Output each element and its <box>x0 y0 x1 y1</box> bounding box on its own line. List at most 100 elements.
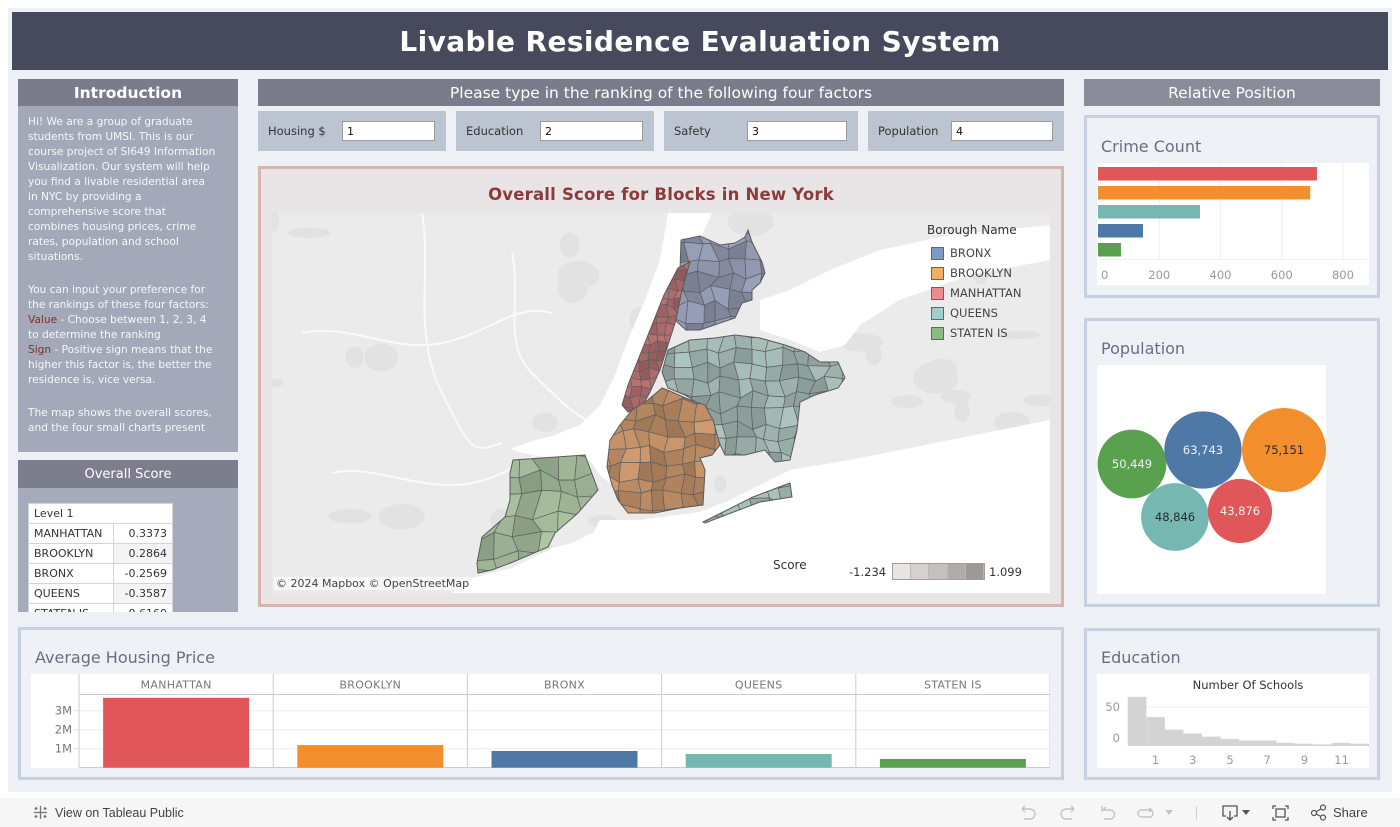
refresh-dropdown-icon[interactable] <box>1164 808 1174 816</box>
population-chart[interactable]: 50,449 63,743 75,151 48,846 43,876 <box>1097 365 1326 594</box>
map-block[interactable] <box>621 295 634 309</box>
legend-item[interactable]: MANHATTAN <box>931 286 1021 300</box>
revert-icon[interactable] <box>1098 804 1118 822</box>
histogram-bar[interactable] <box>1164 729 1184 746</box>
map-block[interactable] <box>662 489 684 511</box>
map-block[interactable] <box>638 268 651 280</box>
map-block[interactable] <box>807 349 832 367</box>
crime-bar[interactable] <box>1098 243 1121 257</box>
map-block[interactable] <box>706 458 727 470</box>
map-block[interactable] <box>853 436 869 457</box>
histogram-bar[interactable] <box>1183 733 1203 746</box>
map-block[interactable] <box>836 352 860 369</box>
map-block[interactable] <box>476 457 498 477</box>
map-block[interactable] <box>774 259 790 278</box>
map-block[interactable] <box>628 287 643 301</box>
map-block[interactable] <box>657 340 667 353</box>
map-block[interactable] <box>453 490 476 514</box>
map-block[interactable] <box>631 251 642 265</box>
legend-item[interactable]: QUEENS <box>931 306 998 320</box>
map-block[interactable] <box>745 304 762 323</box>
map-block[interactable] <box>622 281 633 290</box>
map-block[interactable] <box>614 322 623 337</box>
score-row[interactable]: BROOKLYN 0.2864 <box>28 543 173 564</box>
map-block[interactable] <box>728 466 744 480</box>
map-block[interactable] <box>824 390 845 411</box>
map-block[interactable] <box>589 370 609 394</box>
score-row[interactable]: BRONX -0.2569 <box>28 563 173 584</box>
map-block[interactable] <box>859 428 875 441</box>
map-block[interactable] <box>724 321 738 332</box>
map-block[interactable] <box>612 261 625 273</box>
histogram-bar[interactable] <box>1220 738 1240 746</box>
map-block[interactable] <box>685 322 705 338</box>
map-block[interactable] <box>723 453 737 475</box>
refresh-icon[interactable] <box>1135 804 1157 822</box>
map-block[interactable] <box>828 422 845 444</box>
map-block[interactable] <box>733 453 756 475</box>
housing-bar[interactable] <box>297 745 444 768</box>
housing-bar[interactable] <box>685 754 832 768</box>
map-block[interactable] <box>673 367 695 380</box>
crime-count-chart[interactable]: 0 200 400 600 800 <box>1097 163 1369 285</box>
map-block[interactable] <box>856 396 869 414</box>
nyc-map[interactable]: Borough Name BRONX BROOKLYN MANHATTAN QUEEN… <box>272 213 1050 593</box>
map-block[interactable] <box>639 489 653 512</box>
map-block[interactable] <box>855 380 872 399</box>
housing-bar[interactable] <box>879 758 1026 768</box>
download-icon[interactable] <box>1220 804 1240 822</box>
map-block[interactable] <box>651 489 665 512</box>
map-block[interactable] <box>843 423 860 444</box>
map-block[interactable] <box>777 271 792 288</box>
score-row[interactable]: STATEN IS-0.6160 <box>28 603 173 612</box>
legend-item[interactable]: BROOKLYN <box>931 266 1012 280</box>
histogram-bar[interactable] <box>1332 742 1351 746</box>
map-block[interactable] <box>748 451 770 474</box>
map-block[interactable] <box>490 452 521 479</box>
map-block[interactable] <box>622 252 633 265</box>
map-block[interactable] <box>629 295 643 310</box>
map-block[interactable] <box>631 268 643 283</box>
map-block[interactable] <box>648 251 658 264</box>
map-block[interactable] <box>841 378 858 397</box>
map-block[interactable] <box>456 452 482 477</box>
map-block[interactable] <box>622 268 633 283</box>
map-block[interactable] <box>843 406 860 429</box>
legend-item[interactable]: STATEN IS <box>931 326 1008 340</box>
education-chart[interactable]: Number Of Schools 0 50 1 3 5 7 9 11 <box>1097 674 1369 768</box>
map-block[interactable] <box>808 435 830 460</box>
map-block[interactable] <box>685 300 705 324</box>
histogram-bar[interactable] <box>1146 717 1165 746</box>
map-block[interactable] <box>758 272 778 294</box>
map-block[interactable] <box>612 295 623 310</box>
map-block[interactable] <box>732 470 757 489</box>
map-block[interactable] <box>639 445 652 463</box>
map-block[interactable] <box>453 559 476 572</box>
map-block[interactable] <box>611 252 625 263</box>
share-button[interactable]: Share <box>1310 804 1368 821</box>
histogram-bar[interactable] <box>1313 744 1333 746</box>
map-block[interactable] <box>824 435 846 457</box>
map-block[interactable] <box>727 479 745 491</box>
map-block[interactable] <box>612 342 623 354</box>
map-block[interactable] <box>621 287 634 298</box>
map-block[interactable] <box>612 288 623 298</box>
map-block[interactable] <box>453 540 479 562</box>
map-block[interactable] <box>759 245 775 261</box>
crime-bar[interactable] <box>1098 224 1144 238</box>
map-block[interactable] <box>774 244 794 260</box>
map-block[interactable] <box>611 305 623 318</box>
undo-icon[interactable] <box>1018 804 1038 822</box>
redo-icon[interactable] <box>1058 804 1078 822</box>
map-block[interactable] <box>841 435 858 458</box>
crime-bar[interactable] <box>1098 167 1317 181</box>
housing-bar[interactable] <box>103 697 250 768</box>
safety-rank-input[interactable] <box>747 121 847 141</box>
population-rank-input[interactable] <box>951 121 1053 141</box>
map-block[interactable] <box>637 251 650 264</box>
map-block[interactable] <box>637 260 651 274</box>
download-dropdown-icon[interactable] <box>1241 808 1251 816</box>
histogram-bar[interactable] <box>1350 743 1369 746</box>
map-block[interactable] <box>453 510 479 542</box>
map-block[interactable] <box>808 422 831 444</box>
